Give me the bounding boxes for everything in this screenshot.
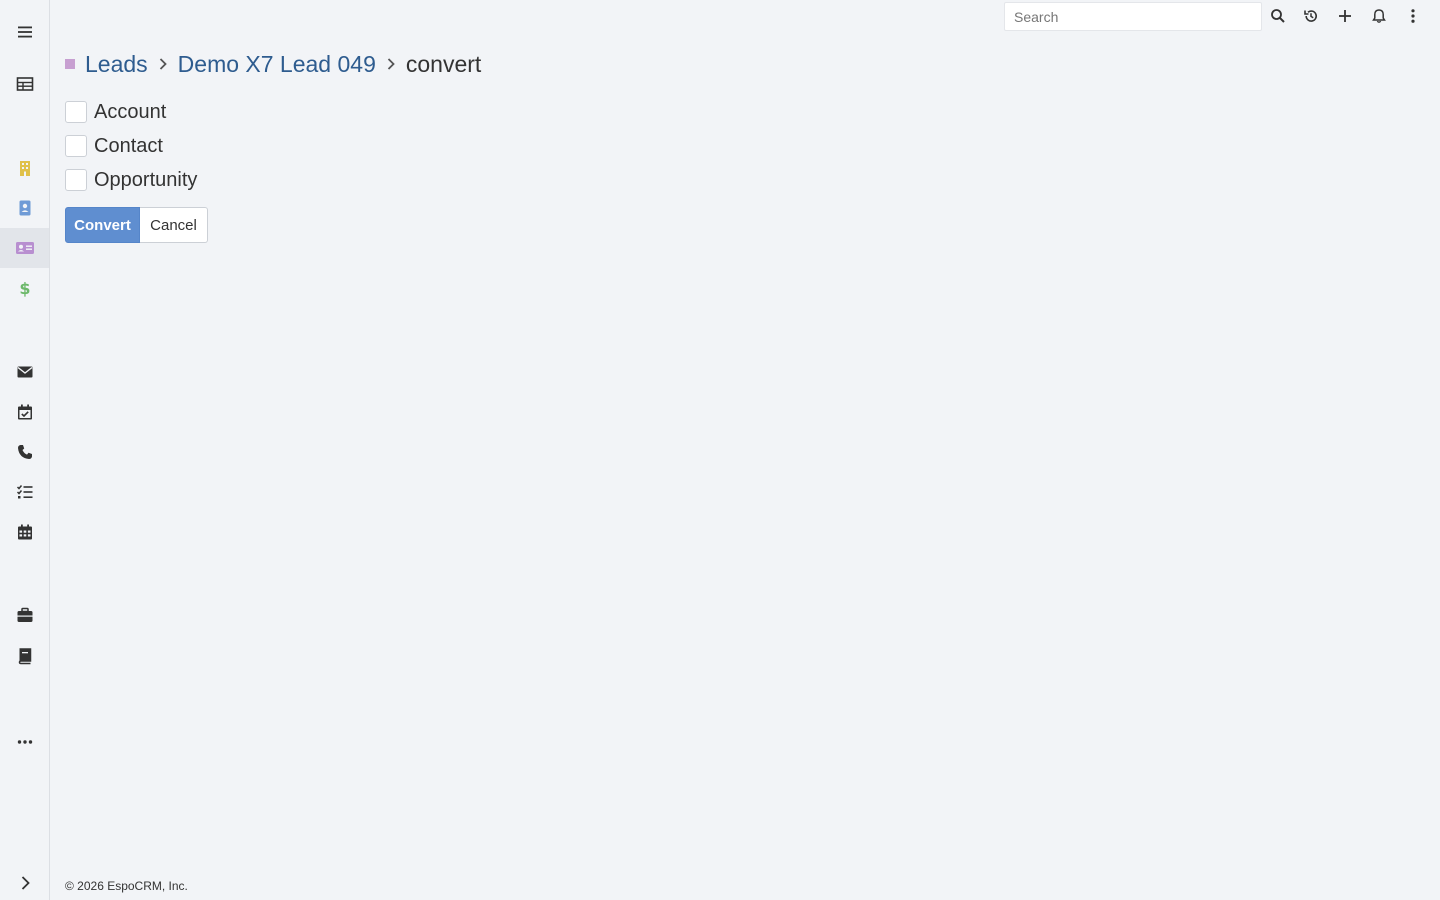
global-search-input[interactable] [1004,2,1262,31]
sidebar-item-meetings[interactable] [0,392,49,432]
tasks-icon [16,485,32,499]
menu-icon [17,26,32,38]
chevron-right-icon [21,876,30,890]
sidebar-item-leads[interactable] [0,228,49,268]
convert-option-label: Opportunity [94,168,198,191]
cancel-button[interactable]: Cancel [140,207,208,243]
search-icon [1271,9,1285,23]
sidebar-item-calls[interactable] [0,432,49,472]
dollar-icon: $ [19,279,30,297]
lead-card-icon [15,242,34,254]
scope-color-square [65,59,75,69]
history-icon [1304,10,1317,22]
search-button[interactable] [1262,0,1294,32]
phone-icon [17,445,32,459]
account-checkbox[interactable] [65,101,87,123]
more-vertical-icon [1411,9,1415,23]
action-button-group: Convert Cancel [65,207,208,243]
menu-button[interactable] [1397,0,1429,32]
sidebar-item-tasks[interactable] [0,472,49,512]
convert-option-label: Account [94,100,167,123]
calendar-icon [17,524,32,540]
sidebar-expand-button[interactable] [0,863,49,900]
building-icon [19,161,30,176]
svg-text:$: $ [19,279,30,297]
sidebar-item-contacts[interactable] [0,188,49,228]
sidebar-toggle-button[interactable] [0,12,49,52]
contact-card-icon [19,200,30,216]
book-icon [18,648,31,665]
envelope-icon [17,366,32,378]
more-horizontal-icon [17,740,32,744]
convert-option-contact[interactable]: Contact [65,133,163,159]
convert-button[interactable]: Convert [65,207,140,243]
table-icon [16,77,33,91]
chevron-right-icon [386,57,396,71]
sidebar-item-cases[interactable] [0,595,49,635]
sidebar-item-emails[interactable] [0,352,49,392]
convert-option-account[interactable]: Account [65,99,166,125]
convert-option-label: Contact [94,134,163,157]
footer-copyright: © 2026 EspoCRM, Inc. [65,879,188,893]
history-button[interactable] [1295,0,1327,32]
sidebar-item-accounts[interactable] [0,148,49,188]
breadcrumb-record-link[interactable]: Demo X7 Lead 049 [178,51,376,78]
sidebar-more-button[interactable] [0,722,49,762]
sidebar-item-opportunities[interactable]: $ [0,268,49,308]
breadcrumb: Leads Demo X7 Lead 049 convert [65,48,481,80]
sidebar-item-calendar[interactable] [0,512,49,552]
opportunity-checkbox[interactable] [65,169,87,191]
calendar-check-icon [17,404,32,420]
chevron-right-icon [158,57,168,71]
breadcrumb-leads-link[interactable]: Leads [85,51,148,78]
contact-checkbox[interactable] [65,135,87,157]
notifications-button[interactable] [1363,0,1395,32]
bell-icon [1372,9,1386,23]
plus-icon [1339,10,1351,22]
breadcrumb-current: convert [405,50,482,77]
sidebar-item-knowledge-base[interactable] [0,636,49,676]
quick-create-button[interactable] [1329,0,1361,32]
sidebar: $ [0,0,50,900]
convert-option-opportunity[interactable]: Opportunity [65,167,197,193]
briefcase-icon [17,607,32,622]
sidebar-item-home[interactable] [0,64,49,104]
